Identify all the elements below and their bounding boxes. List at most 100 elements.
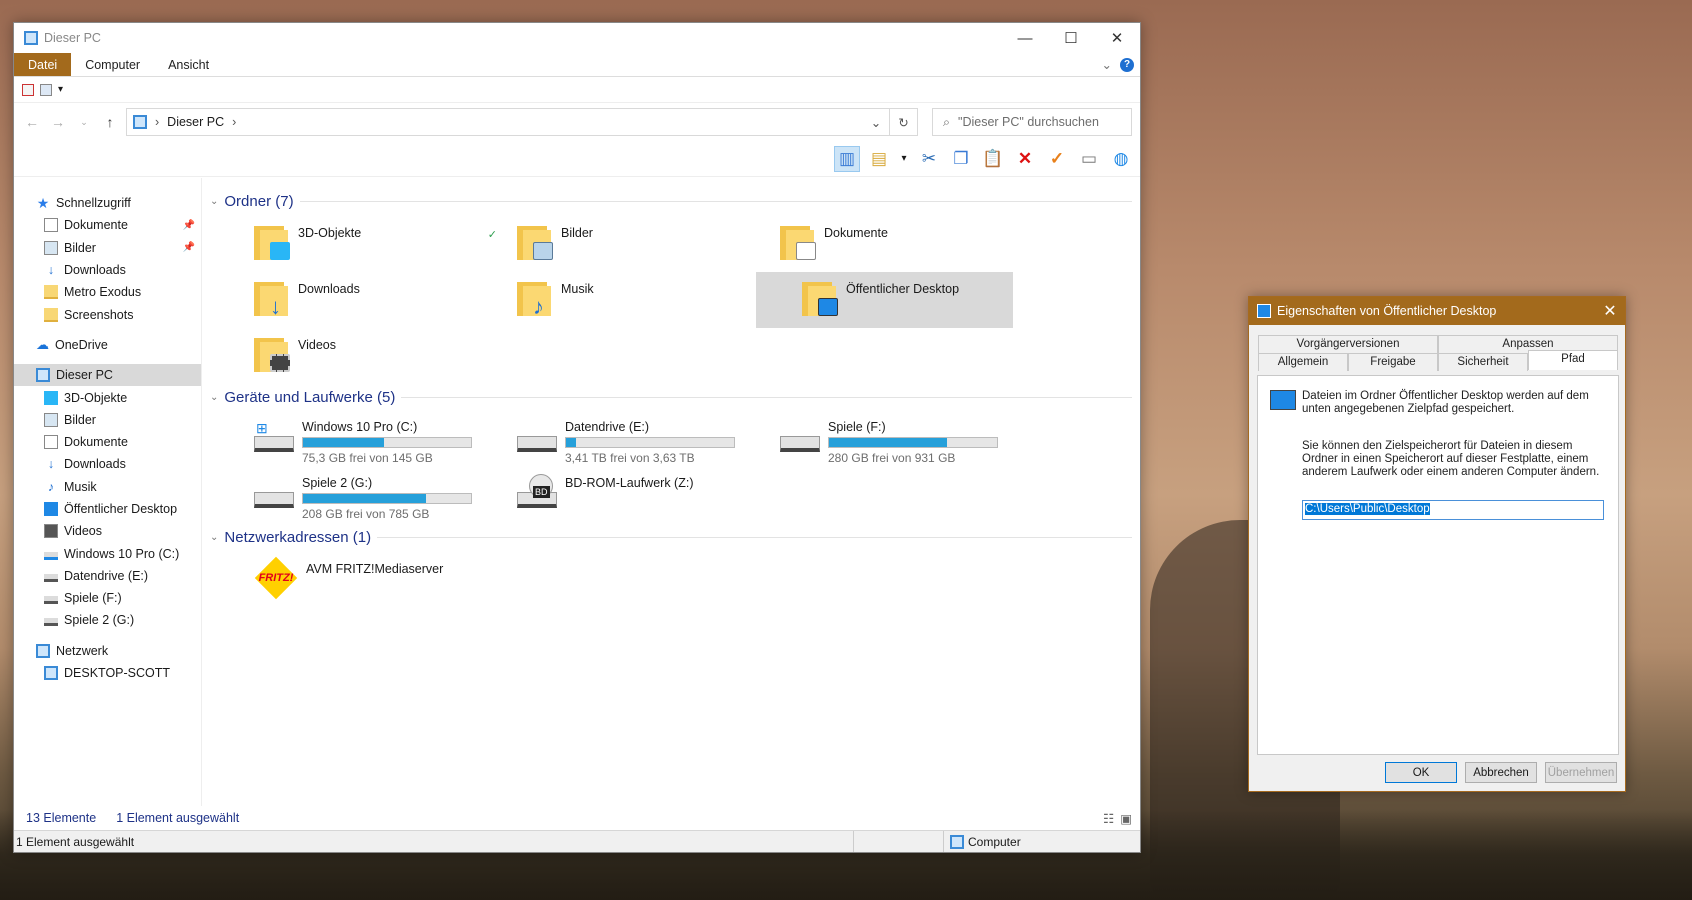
pin-icon[interactable]: 📌 — [183, 242, 195, 253]
tab-datei[interactable]: Datei — [14, 53, 72, 76]
tab-previous-versions[interactable]: Vorgängerversionen — [1258, 335, 1438, 353]
sidebar-item-bilder[interactable]: Bilder — [14, 409, 201, 431]
up-icon[interactable]: ↑ — [100, 114, 120, 130]
view-dropdown-icon[interactable]: ▾ — [898, 146, 910, 172]
paste-icon[interactable]: 📋 — [980, 146, 1006, 172]
properties-icon[interactable] — [22, 83, 34, 96]
explorer-titlebar[interactable]: Dieser PC — ☐ ✕ — [14, 23, 1140, 53]
ok-button[interactable]: OK — [1385, 762, 1457, 783]
folder-tile-downloads[interactable]: ↓ Downloads — [248, 272, 511, 328]
tab-computer[interactable]: Computer — [71, 53, 154, 76]
sidebar-item-this-pc[interactable]: Dieser PC — [14, 364, 201, 387]
apply-button[interactable]: Übernehmen — [1545, 762, 1617, 783]
cut-icon[interactable]: ✂ — [916, 146, 942, 172]
address-dropdown-icon[interactable]: ⌄ — [863, 115, 889, 130]
copy-icon[interactable]: ❐ — [948, 146, 974, 172]
folder-tile-musik[interactable]: ♪ Musik — [511, 272, 774, 328]
pin-icon[interactable]: 📌 — [183, 220, 195, 231]
sidebar-item-downloads[interactable]: ↓ Downloads — [14, 259, 201, 281]
recent-dropdown-icon[interactable]: ⌄ — [74, 117, 94, 128]
sidebar-item-network[interactable]: Netzwerk — [14, 640, 201, 662]
back-icon[interactable]: ← — [22, 114, 42, 130]
sidebar-item-public-desktop[interactable]: Öffentlicher Desktop — [14, 498, 201, 520]
folder-tile-videos[interactable]: Videos — [248, 328, 511, 384]
sidebar-item-drive-c[interactable]: Windows 10 Pro (C:) — [14, 542, 201, 564]
properties-icon[interactable]: ▭ — [1076, 146, 1102, 172]
sidebar-item-quick-access[interactable]: ★ Schnellzugriff — [14, 192, 201, 214]
sidebar-item-label: Downloads — [64, 457, 126, 472]
dialog-close-button[interactable]: ✕ — [1595, 301, 1625, 321]
preview-pane-icon[interactable]: ▥ — [834, 145, 860, 172]
sidebar-item-metro-exodus[interactable]: Metro Exodus — [14, 281, 201, 303]
search-input[interactable]: ⌕ "Dieser PC" durchsuchen — [932, 108, 1132, 136]
sidebar-item-drive-f[interactable]: Spiele (F:) — [14, 587, 201, 609]
network-icon — [36, 643, 50, 658]
new-folder-icon[interactable] — [40, 83, 52, 96]
customize-toolbar-icon[interactable]: ▾ — [58, 84, 63, 95]
breadcrumb-separator-icon[interactable]: › — [155, 115, 159, 129]
group-header-drives[interactable]: ⌄ Geräte und Laufwerke (5) — [210, 386, 1140, 408]
tab-ansicht[interactable]: Ansicht — [154, 53, 223, 76]
drive-tile-c[interactable]: ⊞ Windows 10 Pro (C:) 75,3 GB frei von 14… — [248, 412, 511, 468]
drive-icon — [44, 618, 58, 627]
tab-security[interactable]: Sicherheit — [1438, 353, 1528, 371]
sidebar-item-label: Dokumente — [64, 435, 128, 450]
rename-check-icon[interactable]: ✓ — [1044, 146, 1070, 172]
sidebar-item-dokumente[interactable]: Dokumente 📌 — [14, 214, 201, 236]
folder-tile-public-desktop[interactable]: Öffentlicher Desktop — [756, 272, 1013, 328]
maximize-button[interactable]: ☐ — [1048, 23, 1094, 53]
cancel-button[interactable]: Abbrechen — [1465, 762, 1537, 783]
breadcrumb-separator-icon[interactable]: › — [232, 115, 236, 129]
drive-usage-bar — [828, 437, 998, 448]
sidebar-item-musik[interactable]: ♪ Musik — [14, 476, 201, 498]
folder-tile-3d-objekte[interactable]: 3D-Objekte ✓ — [248, 216, 511, 272]
delete-icon[interactable]: ✕ — [1012, 146, 1038, 172]
ribbon-expand-chevron-icon[interactable]: ⌄ — [1102, 57, 1112, 72]
chevron-down-icon[interactable]: ⌄ — [210, 532, 218, 543]
sidebar-item-drive-e[interactable]: Datendrive (E:) — [14, 565, 201, 587]
drive-tile-e[interactable]: Datendrive (E:) 3,41 TB frei von 3,63 TB — [511, 412, 774, 468]
group-header-network[interactable]: ⌄ Netzwerkadressen (1) — [210, 526, 1140, 548]
folder-tile-bilder[interactable]: Bilder — [511, 216, 774, 272]
sidebar-item-videos[interactable]: Videos — [14, 520, 201, 542]
bottom-selection: 1 Element ausgewählt — [14, 831, 854, 852]
sidebar-item-label: Downloads — [64, 263, 126, 278]
sidebar-item-dokumente[interactable]: Dokumente — [14, 431, 201, 453]
drive-tile-f[interactable]: Spiele (F:) 280 GB frei von 931 GB — [774, 412, 1037, 468]
fritz-logo-text: FRITZ! — [258, 572, 294, 584]
minimize-button[interactable]: — — [1002, 23, 1048, 53]
chevron-down-icon[interactable]: ⌄ — [210, 392, 218, 403]
tiles-view-icon[interactable]: ▣ — [1120, 811, 1132, 826]
sidebar-item-onedrive[interactable]: ☁ OneDrive — [14, 334, 201, 356]
drive-tile-g[interactable]: Spiele 2 (G:) 208 GB frei von 785 GB — [248, 468, 511, 524]
sidebar-item-drive-g[interactable]: Spiele 2 (G:) — [14, 609, 201, 631]
target-path-input[interactable]: C:\Users\Public\Desktop — [1302, 500, 1604, 520]
details-view-icon[interactable]: ☷ — [1103, 811, 1114, 826]
group-header-folders[interactable]: ⌄ Ordner (7) — [210, 190, 1140, 212]
sidebar-item-desktop-scott[interactable]: DESKTOP-SCOTT — [14, 662, 201, 684]
tile-label: 3D-Objekte — [298, 226, 362, 240]
forward-icon[interactable]: → — [48, 114, 68, 130]
video-icon — [44, 524, 58, 539]
folder-tile-dokumente[interactable]: Dokumente — [774, 216, 1037, 272]
drive-name: Spiele (F:) — [828, 420, 886, 434]
tab-location[interactable]: Pfad — [1528, 350, 1618, 370]
view-options-icon[interactable]: ▤ — [866, 146, 892, 172]
drive-tile-z[interactable]: BD BD-ROM-Laufwerk (Z:) — [511, 468, 774, 524]
globe-icon[interactable]: ◍ — [1108, 146, 1134, 172]
network-tile-fritz[interactable]: FRITZ! AVM FRITZ!Mediaserver — [248, 552, 511, 608]
tab-sharing[interactable]: Freigabe — [1348, 353, 1438, 371]
refresh-icon[interactable]: ↻ — [890, 108, 918, 136]
tab-general[interactable]: Allgemein — [1258, 353, 1348, 371]
folder-icon — [44, 307, 58, 322]
dialog-titlebar[interactable]: Eigenschaften von Öffentlicher Desktop ✕ — [1249, 297, 1625, 325]
sidebar-item-bilder[interactable]: Bilder 📌 — [14, 237, 201, 259]
close-button[interactable]: ✕ — [1094, 23, 1140, 53]
help-icon[interactable]: ? — [1120, 57, 1134, 72]
sidebar-item-downloads[interactable]: ↓ Downloads — [14, 453, 201, 475]
breadcrumb[interactable]: Dieser PC — [167, 115, 224, 129]
address-bar[interactable]: › Dieser PC › ⌄ — [126, 108, 890, 136]
chevron-down-icon[interactable]: ⌄ — [210, 196, 218, 207]
sidebar-item-3d-objekte[interactable]: 3D-Objekte — [14, 386, 201, 408]
sidebar-item-screenshots[interactable]: Screenshots — [14, 303, 201, 325]
